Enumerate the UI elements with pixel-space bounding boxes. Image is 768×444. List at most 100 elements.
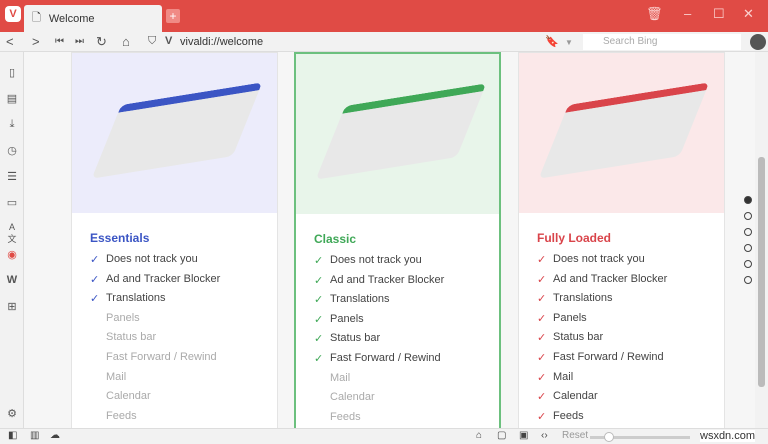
sync-cloud-icon[interactable]: ☁ bbox=[50, 430, 60, 441]
feature-label: Fast Forward / Rewind bbox=[106, 350, 217, 363]
forward-button[interactable]: > bbox=[32, 34, 40, 49]
page-dot-6[interactable] bbox=[744, 276, 752, 284]
check-icon: ✓ bbox=[537, 391, 547, 404]
feature-item: ✓ Does not track you bbox=[314, 254, 444, 274]
reading-list-icon[interactable]: ▤ bbox=[5, 92, 19, 105]
card-title: Fully Loaded bbox=[537, 231, 612, 245]
scrollbar-thumb[interactable] bbox=[758, 157, 765, 387]
feature-item: ✓ Does not track you bbox=[90, 253, 220, 273]
check-icon: ✓ bbox=[537, 273, 547, 286]
side-panel: ▯ ▤ ⤓ ◷ ☰ ▭ A文 ◉ W ⊞ ⚙ bbox=[0, 52, 24, 428]
card-illustration bbox=[519, 53, 724, 213]
settings-icon[interactable]: ⚙ bbox=[5, 407, 19, 420]
vivaldi-panel-icon[interactable]: ◉ bbox=[5, 248, 19, 261]
feature-item: Calendar bbox=[314, 391, 444, 411]
check-icon: ✓ bbox=[90, 254, 100, 266]
tab-welcome[interactable]: 🗋 Welcome bbox=[24, 5, 162, 32]
zoom-slider-handle[interactable] bbox=[604, 432, 614, 442]
fast-forward-button[interactable]: ⏭ bbox=[75, 36, 84, 47]
feature-item: ✓ Status bar bbox=[314, 332, 444, 352]
page-actions-icon[interactable]: ‹› bbox=[541, 430, 548, 441]
feature-item: ✓ Ad and Tracker Blocker bbox=[90, 273, 220, 293]
check-icon: ✓ bbox=[314, 294, 324, 307]
home-status-icon[interactable]: ⌂ bbox=[476, 430, 482, 441]
vivaldi-menu-icon[interactable]: V bbox=[5, 6, 21, 22]
translate-icon[interactable]: A文 bbox=[5, 222, 19, 245]
feature-item: ✓ Fast Forward / Rewind bbox=[314, 352, 444, 372]
zoom-slider[interactable] bbox=[590, 432, 690, 442]
images-icon[interactable]: ▣ bbox=[519, 430, 528, 441]
chevron-down-icon[interactable]: ▼ bbox=[565, 38, 573, 47]
feature-item: Fast Forward / Rewind bbox=[90, 351, 220, 371]
check-icon: ✓ bbox=[537, 254, 547, 266]
page-dot-3[interactable] bbox=[744, 228, 752, 236]
downloads-icon[interactable]: ⤓ bbox=[5, 118, 19, 131]
check-icon: ✓ bbox=[537, 351, 547, 364]
window-status-icon[interactable]: ▢ bbox=[497, 430, 506, 441]
check-icon: ✓ bbox=[537, 332, 547, 345]
new-tab-button[interactable]: + bbox=[166, 9, 180, 23]
feature-item: ✓ Fast Forward / Rewind bbox=[537, 351, 667, 371]
feature-label: Mail bbox=[330, 371, 351, 384]
card-illustration bbox=[72, 53, 277, 213]
feature-item: Feeds bbox=[314, 411, 444, 428]
feature-label: Translations bbox=[330, 293, 390, 306]
feature-label: Mail bbox=[106, 370, 127, 383]
card-title: Classic bbox=[314, 232, 357, 246]
feature-label: Ad and Tracker Blocker bbox=[553, 272, 668, 285]
maximize-button[interactable]: ☐ bbox=[713, 6, 725, 22]
minimize-button[interactable]: – bbox=[684, 6, 691, 21]
feature-item: ✓ Translations bbox=[314, 293, 444, 313]
status-bar: ◧ ▥ ☁ ⌂ ▢ ▣ ‹› Reset wsxdn.com bbox=[0, 428, 768, 444]
browser-illustration bbox=[91, 82, 263, 179]
scrollbar[interactable] bbox=[755, 52, 768, 428]
address-bar: < > ⏮ ⏭ ↻ ⌂ ⛉ V vivaldi://welcome 🔖 ▼ Se… bbox=[0, 32, 768, 52]
reload-button[interactable]: ↻ bbox=[96, 34, 107, 50]
check-icon: ✓ bbox=[537, 371, 547, 384]
page-dot-4[interactable] bbox=[744, 244, 752, 252]
check-icon: ✓ bbox=[314, 313, 324, 326]
notes-icon[interactable]: ☰ bbox=[5, 170, 19, 183]
vivaldi-site-icon: V bbox=[165, 35, 173, 47]
bookmarks-icon[interactable]: ▯ bbox=[5, 66, 19, 79]
page-dot-1[interactable] bbox=[744, 196, 752, 204]
window-icon[interactable]: ▭ bbox=[5, 196, 19, 209]
search-placeholder: Search Bing bbox=[603, 36, 658, 47]
history-icon[interactable]: ◷ bbox=[5, 144, 19, 157]
feature-label: Panels bbox=[106, 311, 140, 324]
feature-label: Feeds bbox=[106, 409, 137, 422]
zoom-reset-button[interactable]: Reset bbox=[562, 430, 588, 441]
home-button[interactable]: ⌂ bbox=[122, 34, 130, 49]
card-fully-loaded[interactable]: Fully Loaded ✓ Does not track you ✓ Ad and T… bbox=[518, 52, 725, 428]
feature-label: Fast Forward / Rewind bbox=[330, 351, 441, 364]
close-button[interactable]: ✕ bbox=[743, 6, 754, 22]
tiling-icon[interactable]: ▥ bbox=[30, 430, 39, 441]
feature-label: Translations bbox=[553, 292, 613, 305]
card-classic[interactable]: Classic ✓ Does not track you ✓ Ad and Tracke… bbox=[294, 52, 501, 428]
feature-item: ✓ Status bar bbox=[537, 331, 667, 351]
feature-item: ✓ Ad and Tracker Blocker bbox=[314, 274, 444, 294]
back-button[interactable]: < bbox=[6, 34, 14, 49]
card-title: Essentials bbox=[90, 231, 150, 245]
profile-avatar[interactable] bbox=[750, 34, 766, 50]
rewind-button[interactable]: ⏮ bbox=[55, 36, 64, 47]
trash-icon[interactable]: 🗑 bbox=[646, 6, 663, 22]
feature-item: ✓ Feeds bbox=[537, 410, 667, 428]
feature-label: Mail bbox=[553, 370, 574, 383]
url-field[interactable]: vivaldi://welcome bbox=[180, 36, 263, 48]
panel-toggle-icon[interactable]: ◧ bbox=[8, 430, 17, 441]
feature-label: Calendar bbox=[330, 391, 375, 404]
wikipedia-icon[interactable]: W bbox=[5, 274, 19, 286]
card-essentials[interactable]: Essentials ✓ Does not track you ✓ Ad and Tra… bbox=[71, 52, 278, 428]
feature-label: Translations bbox=[106, 292, 166, 305]
page-dot-2[interactable] bbox=[744, 212, 752, 220]
feature-label: Panels bbox=[553, 311, 587, 324]
feature-label: Status bar bbox=[553, 331, 604, 344]
add-panel-icon[interactable]: ⊞ bbox=[5, 300, 19, 313]
shield-icon[interactable]: ⛉ bbox=[148, 35, 156, 48]
title-bar: V 🗋 Welcome + 🗑 – ☐ ✕ bbox=[0, 0, 768, 32]
page-dot-5[interactable] bbox=[744, 260, 752, 268]
search-input[interactable]: Search Bing bbox=[583, 34, 741, 50]
feature-label: Ad and Tracker Blocker bbox=[330, 273, 445, 286]
bookmark-icon[interactable]: 🔖 bbox=[545, 35, 559, 48]
